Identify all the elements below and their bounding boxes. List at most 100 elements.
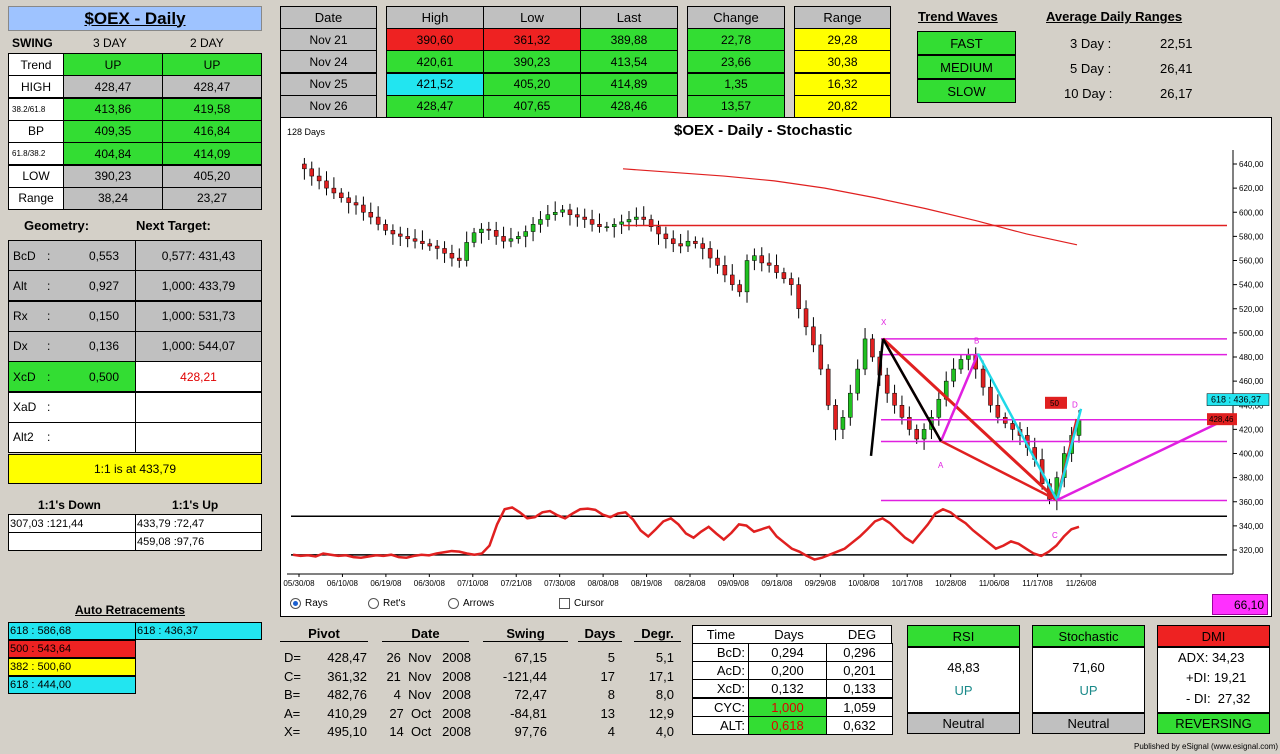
dmi-state: REVERSING xyxy=(1157,713,1270,734)
price-tick-label: 360,00 xyxy=(1239,498,1264,507)
swing-row-label: Range xyxy=(8,186,64,210)
pivot-name: B= xyxy=(284,687,301,702)
price-high: 390,60 xyxy=(386,28,484,51)
candle-body xyxy=(803,308,809,328)
price-header-change: Change xyxy=(687,6,785,29)
pivot-degr: 5,1 xyxy=(655,650,674,665)
retracement-left: 618 : 586,68 xyxy=(8,622,136,640)
pivot-date: 26 Nov 2008 xyxy=(386,650,471,665)
price-change: 23,66 xyxy=(687,50,785,74)
footer-credit: Published by eSignal (www.esignal.com) xyxy=(1134,742,1279,751)
chart-svg: 320,00340,00360,00380,00400,00420,00440,… xyxy=(283,150,1270,588)
price-range: 29,28 xyxy=(794,28,891,51)
geometry-colon: : xyxy=(47,400,51,414)
candle-body xyxy=(730,274,735,285)
price-tick-label: 540,00 xyxy=(1239,281,1264,290)
pivot-days: 4 xyxy=(607,724,615,739)
radio-rays[interactable]: Rays xyxy=(290,598,328,609)
candle-body xyxy=(663,233,669,240)
dmi-header: DMI xyxy=(1157,625,1270,647)
candle-body xyxy=(530,224,536,232)
swing-value-2day: 414,09 xyxy=(162,142,262,166)
candle-body xyxy=(353,202,359,206)
geometry-row-dx: Dx: 0,136 xyxy=(8,330,136,362)
date-tick-label: 08/28/08 xyxy=(674,579,706,588)
geometry-name: Rx xyxy=(13,309,28,324)
retracement-618-label: 618 : 436,37 xyxy=(1211,395,1261,405)
pattern-label-c: C xyxy=(1052,531,1058,540)
swing-row-label: LOW xyxy=(8,164,64,188)
date-tick-label: 08/08/08 xyxy=(588,579,620,588)
pivot-header-swing: Swing xyxy=(483,626,568,642)
pivot-degr: 17,1 xyxy=(648,668,674,684)
price-last: 414,89 xyxy=(580,72,678,96)
pivot-swing: 67,15 xyxy=(514,650,547,665)
time-header-days: Days xyxy=(774,627,804,642)
swing-value-2day: 23,27 xyxy=(162,186,262,210)
candle-body xyxy=(995,405,1001,418)
ones-up-label: 1:1's Up xyxy=(172,498,219,512)
radio-rets[interactable]: Ret's xyxy=(368,598,405,609)
geometry-name: BcD xyxy=(13,248,36,263)
time-header-deg: DEG xyxy=(847,627,877,642)
candle-body xyxy=(604,226,610,228)
pattern-label-d: D xyxy=(1072,401,1078,410)
geometry-next-target: 428,21 xyxy=(135,361,262,393)
swing-value-2day: 416,84 xyxy=(162,119,262,143)
price-range: 20,82 xyxy=(794,94,891,118)
candle-body xyxy=(442,248,447,254)
pattern-label-x: X xyxy=(881,318,887,327)
candle-body xyxy=(936,398,942,418)
geometry-row-rx: Rx: 0,150 xyxy=(8,300,136,332)
candle-body xyxy=(899,405,905,418)
cursor-checkbox[interactable]: Cursor xyxy=(559,598,604,609)
geometry-colon: : xyxy=(47,430,51,445)
candle-body xyxy=(744,260,750,293)
candle-body xyxy=(493,230,499,237)
geometry-value: 0,927 xyxy=(89,278,120,293)
date-tick-label: 06/30/08 xyxy=(414,579,446,588)
price-date: Nov 21 xyxy=(280,28,377,51)
swing-value-3day: 390,23 xyxy=(63,164,163,188)
pattern-projection-ray xyxy=(1056,418,1226,502)
page-title: $OEX - Daily xyxy=(8,6,262,31)
chart-panel: 128 Days $OEX - Daily - Stochastic 320,0… xyxy=(280,117,1272,617)
candle-body xyxy=(700,243,706,249)
price-date: Nov 25 xyxy=(280,72,377,96)
candle-body xyxy=(1010,423,1015,430)
candle-body xyxy=(833,405,838,430)
ones-down-value: 307,03 :121,44 xyxy=(8,514,136,533)
price-high: 428,47 xyxy=(386,94,484,118)
candle-body xyxy=(375,216,381,225)
adr-value: 26,41 xyxy=(1160,61,1193,76)
date-tick-label: 05/30/08 xyxy=(283,579,315,588)
candle-body xyxy=(552,212,558,215)
date-tick-label: 09/18/08 xyxy=(761,579,793,588)
auto-retracements-label: Auto Retracements xyxy=(75,603,186,617)
radio-arrows[interactable]: Arrows xyxy=(448,598,494,609)
last-price-label: 428,46 xyxy=(1209,415,1234,424)
candle-body xyxy=(818,344,824,370)
price-last: 413,54 xyxy=(580,50,678,74)
time-row-label: XcD: xyxy=(692,679,749,699)
candle-body xyxy=(884,374,890,394)
candle-body xyxy=(597,224,602,227)
trend-wave-fast: FAST xyxy=(917,31,1016,55)
pivot-swing: 97,76 xyxy=(514,724,547,739)
cursor-label: Cursor xyxy=(574,598,605,609)
candle-body xyxy=(316,175,322,182)
stochastic-direction: UP xyxy=(1079,683,1098,698)
swing-value-3day: UP xyxy=(63,53,163,76)
price-low: 405,20 xyxy=(483,72,581,96)
rsi-body xyxy=(907,647,1020,713)
stochastic-line xyxy=(292,506,1080,561)
next-target-label: Next Target: xyxy=(136,218,211,233)
days-label: 128 Days xyxy=(287,127,326,137)
swing-row-label: 38.2/61.8 xyxy=(8,97,64,121)
swing-value-3day: 428,47 xyxy=(63,75,163,99)
pivot-date: 27 Oct 2008 xyxy=(389,705,471,721)
radio-rets-label: Ret's xyxy=(383,598,406,609)
ones-up-value: 459,08 :97,76 xyxy=(135,532,262,551)
geometry-next-target xyxy=(135,391,262,423)
radio-rays-label: Rays xyxy=(305,598,328,609)
